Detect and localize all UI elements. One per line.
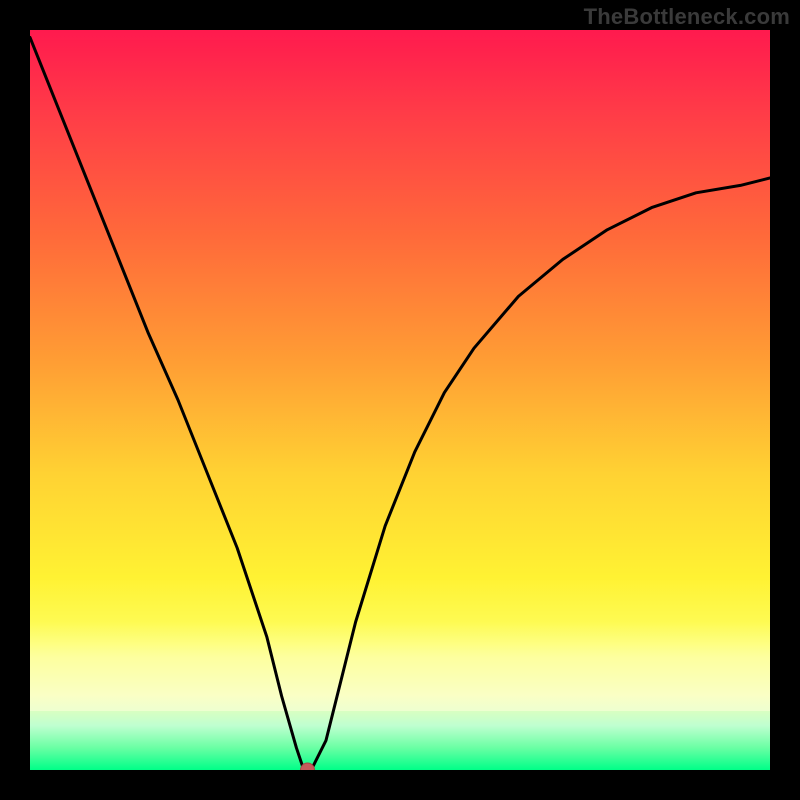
plot-area: [30, 30, 770, 770]
chart-stage: TheBottleneck.com: [0, 0, 800, 800]
watermark-text: TheBottleneck.com: [584, 4, 790, 30]
bottleneck-curve: [30, 30, 770, 770]
